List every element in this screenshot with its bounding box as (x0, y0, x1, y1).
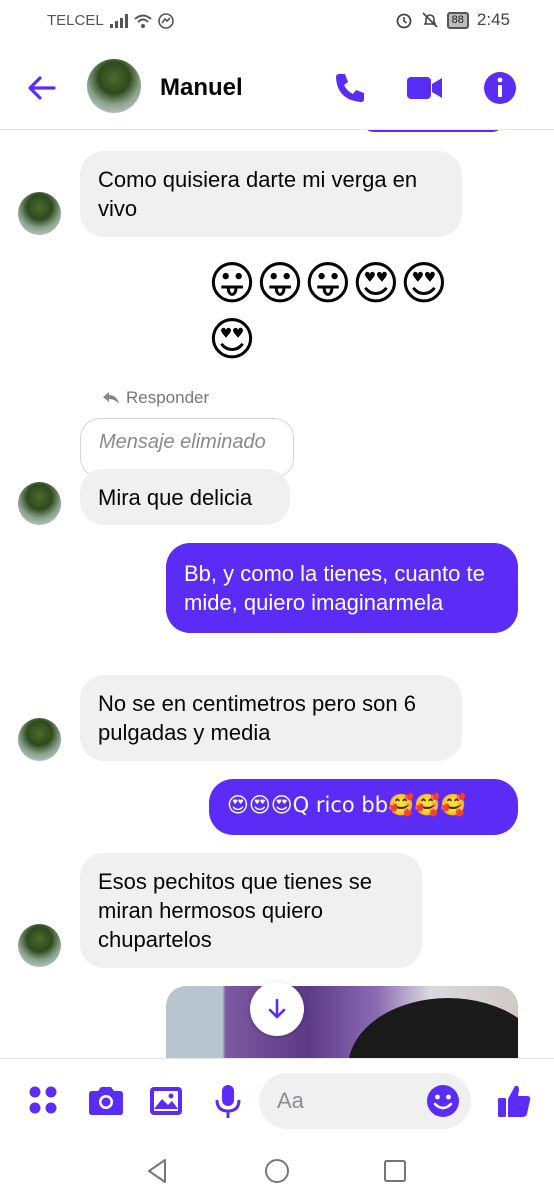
camera-icon[interactable] (86, 1081, 126, 1121)
emoji-picker-icon[interactable] (425, 1083, 461, 1119)
carrier-label: TELCEL (47, 12, 104, 29)
phone-call-icon[interactable] (330, 68, 370, 108)
battery-indicator: 88 (446, 11, 469, 29)
incoming-message[interactable]: Mira que delicia (80, 469, 290, 525)
scroll-to-bottom-button[interactable] (250, 982, 304, 1036)
sender-avatar[interactable] (18, 718, 61, 761)
incoming-message[interactable]: Como quisiera darte mi verga en vivo (80, 151, 462, 237)
status-right: 88 2:45 (395, 10, 510, 30)
incoming-message[interactable]: Esos pechitos que tienes se miran hermos… (80, 853, 422, 968)
incoming-message[interactable]: No se en centimetros pero son 6 pulgadas… (80, 675, 462, 761)
outgoing-photo-message[interactable] (166, 986, 518, 1058)
outgoing-emoji-message-line2[interactable]: 😍 (208, 310, 256, 368)
status-bar: TELCEL 88 2:45 (0, 0, 554, 44)
reply-label: Responder (126, 388, 210, 407)
reply-arrow-icon (103, 392, 119, 404)
conversation-header: Manuel (0, 44, 554, 130)
back-arrow-icon[interactable] (24, 70, 60, 106)
muted-bell-icon (422, 12, 438, 28)
sender-avatar[interactable] (18, 924, 61, 967)
reply-indicator: Responder (102, 388, 209, 408)
messenger-notification-icon (157, 12, 174, 29)
clock: 2:45 (476, 10, 510, 29)
previous-message-bubble-edge (362, 130, 504, 132)
video-call-icon[interactable] (404, 68, 444, 108)
more-actions-icon[interactable] (24, 1081, 64, 1121)
gallery-icon[interactable] (146, 1081, 186, 1121)
status-left: TELCEL (47, 12, 174, 29)
message-composer (0, 1058, 554, 1142)
nav-back-icon[interactable] (143, 1156, 173, 1186)
contact-name[interactable]: Manuel (160, 74, 243, 102)
sender-avatar[interactable] (18, 192, 61, 235)
wifi-icon (134, 14, 152, 28)
outgoing-message[interactable]: 😍😍😍Q rico bb🥰🥰🥰 (209, 779, 518, 835)
like-thumbs-up-icon[interactable] (494, 1081, 534, 1121)
microphone-icon[interactable] (208, 1081, 248, 1121)
nav-recents-icon[interactable] (380, 1156, 410, 1186)
message-list[interactable]: Como quisiera darte mi verga en vivo 😛😛😛… (0, 130, 554, 1058)
outgoing-message[interactable]: Bb, y como la tienes, cuanto te mide, qu… (166, 543, 518, 633)
info-icon[interactable] (480, 68, 520, 108)
sender-avatar[interactable] (18, 482, 61, 525)
photo-content (348, 998, 518, 1058)
signal-icon (109, 13, 128, 28)
system-navigation-bar (0, 1142, 554, 1200)
contact-avatar[interactable] (87, 59, 141, 113)
outgoing-emoji-message[interactable]: 😛😛😛😍😍 (208, 254, 448, 312)
nav-home-icon[interactable] (262, 1156, 292, 1186)
arrow-down-icon (268, 998, 286, 1019)
alarm-icon (396, 13, 412, 29)
